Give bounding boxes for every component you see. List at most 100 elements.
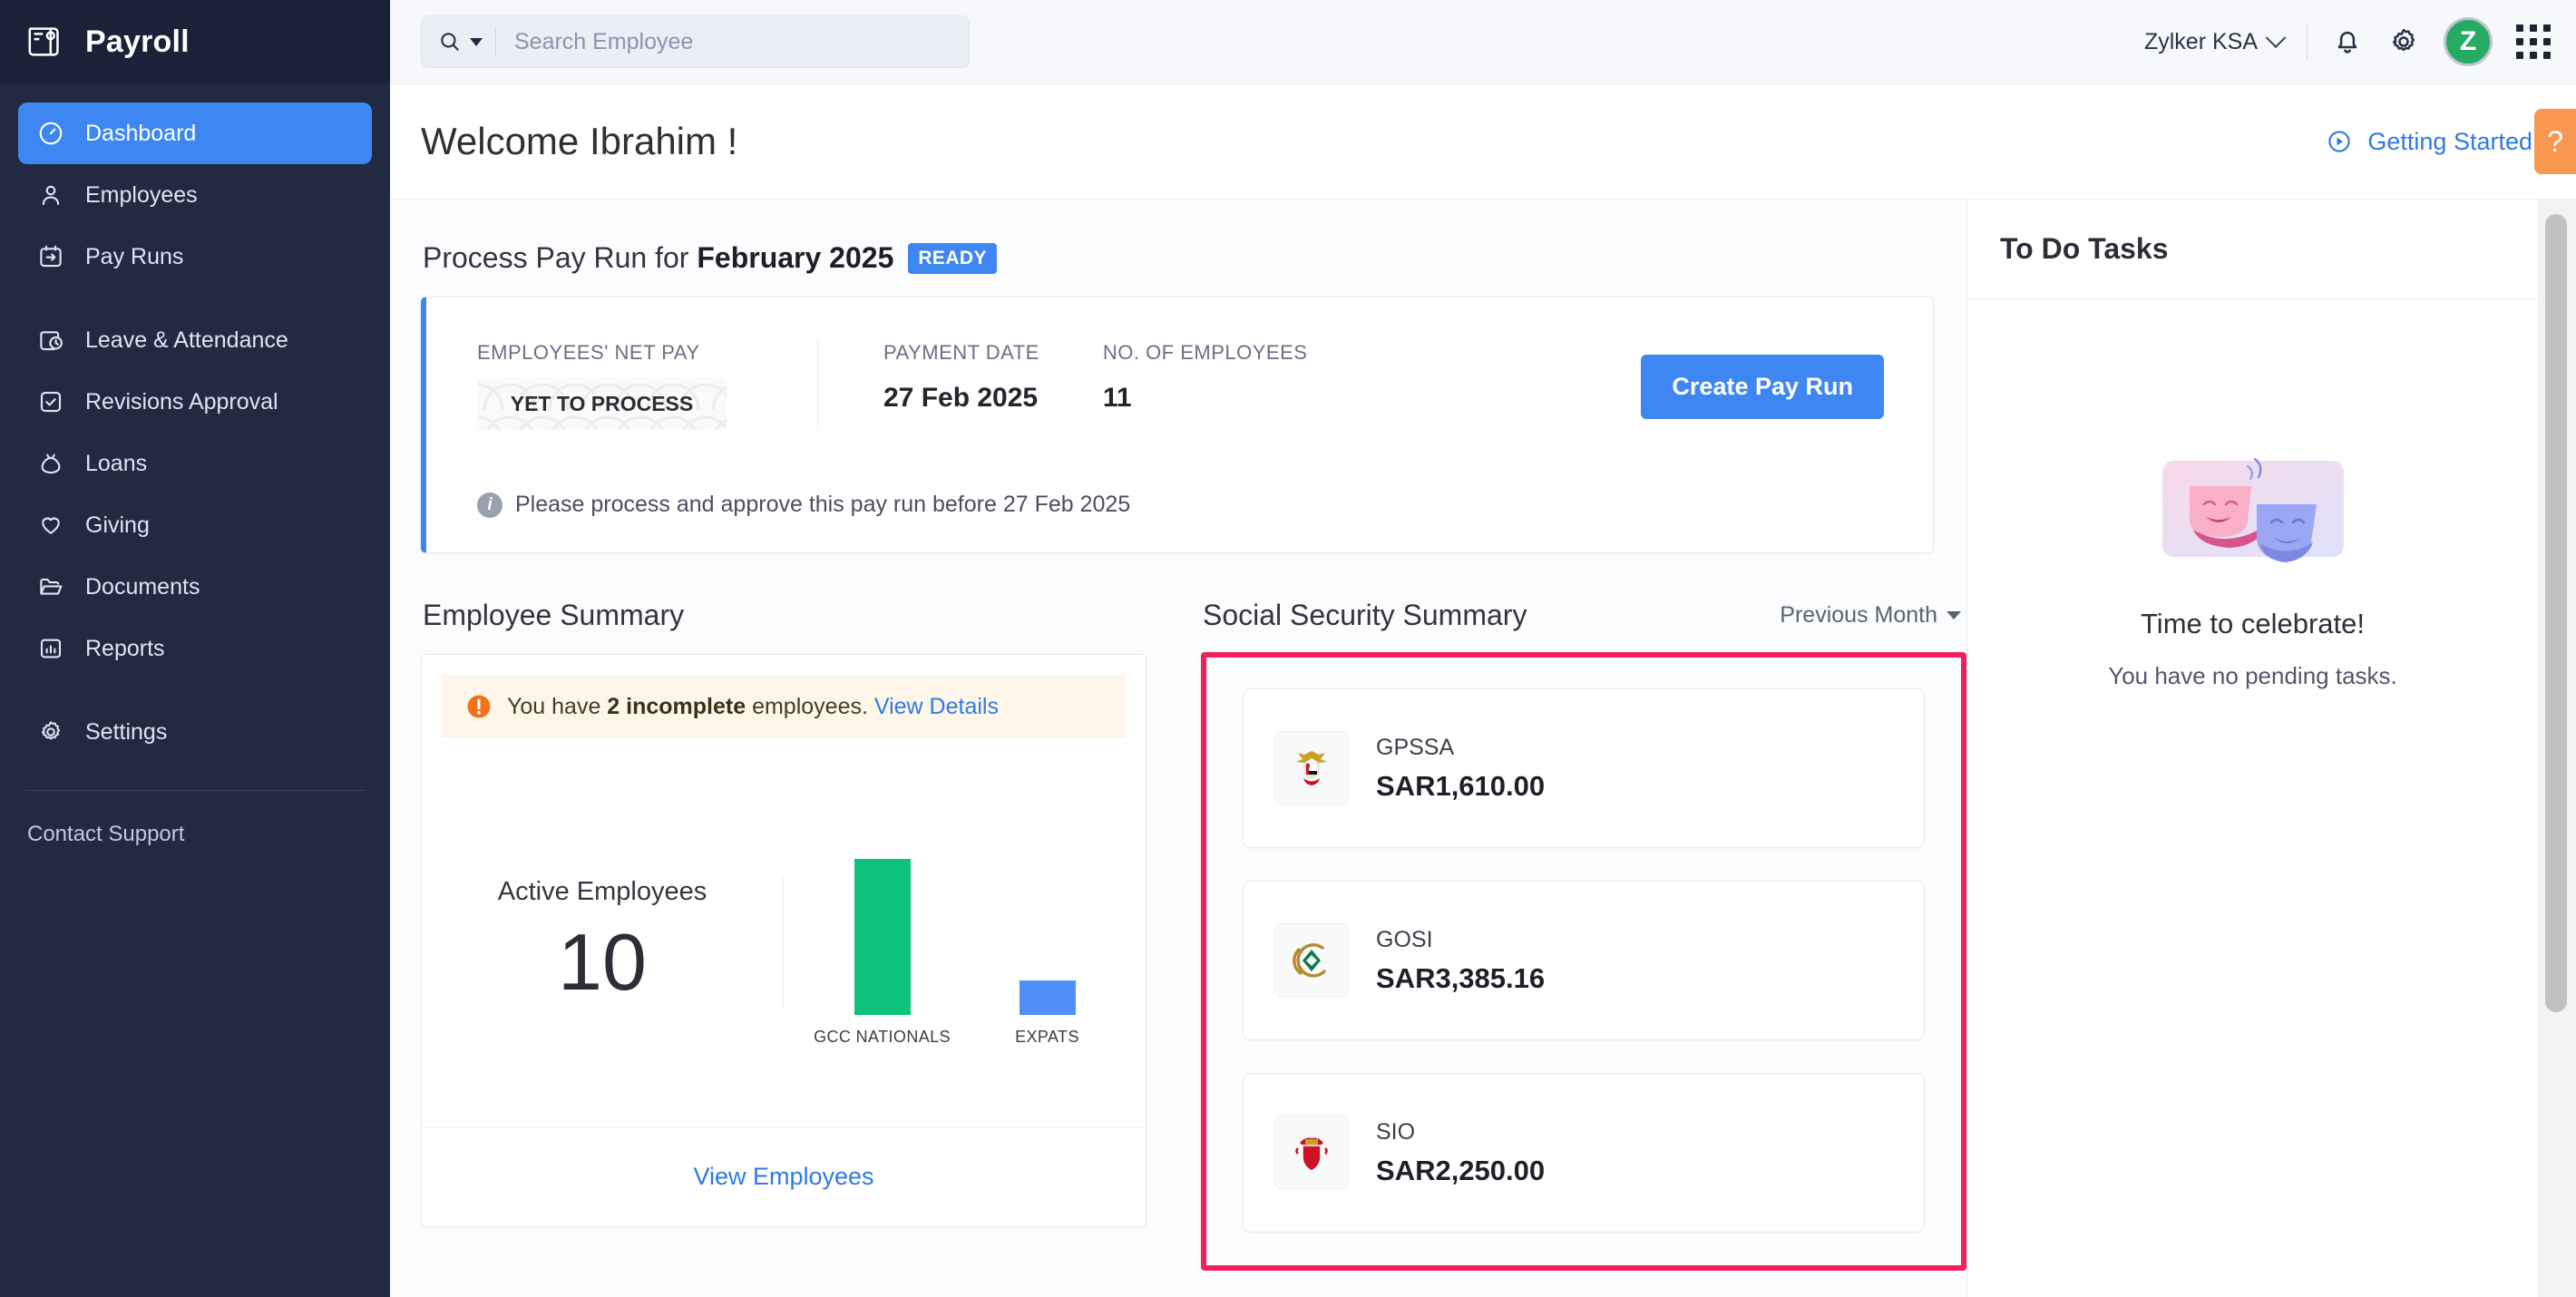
getting-started-label: Getting Started [2367,127,2532,155]
bar-label: GCC NATIONALS [814,1028,951,1046]
social-security-card-gpssa[interactable]: GPSSA SAR1,610.00 [1243,688,1925,848]
main-column: Process Pay Run for February 2025 READY … [390,200,1966,1297]
social-security-amount: SAR3,385.16 [1376,961,1546,994]
uae-emblem-icon [1274,731,1349,805]
sidebar-item-giving[interactable]: Giving [18,494,372,556]
period-filter-dropdown[interactable]: Previous Month [1780,602,1966,629]
gear-icon [36,717,65,746]
gauge-icon [36,119,65,148]
bar-label: EXPATS [1015,1028,1079,1046]
sidebar-item-label: Loans [85,450,148,476]
sidebar: Payroll Dashboard Employees Pay Runs Lea… [0,0,390,1297]
content-area: Search Employee Zylker KSA Z Welcome Ibr… [390,0,2576,1297]
brand-header[interactable]: Payroll [0,0,390,84]
stat-value: YET TO PROCESS [477,377,727,430]
sidebar-item-label: Giving [85,512,150,538]
incomplete-employees-alert: You have 2 incomplete employees. View De… [442,675,1126,738]
sidebar-nav: Dashboard Employees Pay Runs Leave & Att… [0,84,390,763]
social-security-card-text: GOSI SAR3,385.16 [1376,927,1545,995]
stat-value: 27 Feb 2025 [883,383,1039,413]
check-square-icon [36,387,65,416]
sidebar-item-leave-attendance[interactable]: Leave & Attendance [18,309,372,371]
topbar-divider [2307,24,2308,60]
employee-summary-title: Employee Summary [423,599,685,631]
payroll-dashboard: Payroll Dashboard Employees Pay Runs Lea… [0,0,2576,1297]
gear-icon[interactable] [2387,25,2420,58]
todo-title: To Do Tasks [2000,232,2169,265]
payrun-title: Process Pay Run for February 2025 [423,241,893,275]
bar-group-expats: EXPATS [997,980,1098,1047]
stat-label: PAYMENT DATE [883,341,1039,364]
person-icon [36,180,65,210]
stat-label: NO. OF EMPLOYEES [1102,341,1308,364]
social-security-name: SIO [1376,1118,1416,1145]
chart-plot-area: GCC NATIONALS EXPATS [814,838,1109,1047]
todo-header: To Do Tasks [1967,200,2538,299]
money-bag-icon [36,449,65,478]
payrun-heading: Process Pay Run for February 2025 READY [421,200,1966,275]
sidebar-item-label: Revisions Approval [85,388,278,414]
social-security-panel: Social Security Summary Previous Month G… [1201,599,1966,1271]
bell-icon[interactable] [2331,25,2364,58]
summary-panels: Employee Summary You have 2 incomplete e… [421,599,1966,1271]
employee-summary-panel: Employee Summary You have 2 incomplete e… [421,599,1147,1271]
sidebar-item-label: Settings [85,718,168,745]
stat-label: EMPLOYEES' NET PAY [477,341,700,364]
help-button[interactable]: ? [2534,109,2576,174]
active-employees-label: Active Employees [497,876,707,906]
avatar[interactable]: Z [2444,17,2493,66]
sidebar-item-settings[interactable]: Settings [18,701,372,763]
scrollbar-thumb[interactable] [2545,214,2567,1012]
view-employees-link[interactable]: View Employees [693,1163,873,1191]
payrun-note: i Please process and approve this pay ru… [477,492,1130,518]
warning-icon [467,695,491,718]
stat-no-of-employees: NO. OF EMPLOYEES 11 [1103,341,1371,430]
bar-group-gcc-nationals: GCC NATIONALS [814,859,951,1047]
calendar-clock-icon [36,326,65,355]
sidebar-item-employees[interactable]: Employees [18,164,372,226]
sidebar-item-documents[interactable]: Documents [18,556,372,618]
org-switcher[interactable]: Zylker KSA [2144,27,2287,55]
topbar-actions: Zylker KSA Z [2144,17,2551,66]
search-input[interactable]: Search Employee [421,15,970,68]
sidebar-item-loans[interactable]: Loans [18,433,372,494]
gosi-logo-icon [1274,923,1349,998]
sidebar-item-revisions-approval[interactable]: Revisions Approval [18,371,372,433]
chevron-down-icon [1947,611,1961,619]
active-employees-block: Active Employees 10 [422,876,784,1009]
sidebar-item-label: Employees [85,181,198,208]
alert-text: You have 2 incomplete employees. View De… [507,694,999,720]
search-scope-caret-icon[interactable] [470,37,483,46]
apps-grid-icon[interactable] [2516,24,2551,59]
search-icon [441,33,459,51]
celebrate-masks-icon [2161,457,2344,562]
alert-pre: You have [507,693,608,719]
bar-gcc-nationals [854,859,911,1015]
contact-support-link[interactable]: Contact Support [0,791,390,847]
sidebar-item-label: Dashboard [85,120,197,146]
create-pay-run-button[interactable]: Create Pay Run [1641,355,1884,419]
employee-summary-header: Employee Summary [421,599,1147,632]
page-scrollbar[interactable] [2538,200,2576,1297]
view-details-link[interactable]: View Details [874,694,999,719]
sidebar-item-label: Pay Runs [85,243,184,269]
social-security-card-sio[interactable]: SIO SAR2,250.00 [1243,1073,1925,1233]
sidebar-item-label: Leave & Attendance [85,327,288,353]
social-security-card-text: SIO SAR2,250.00 [1376,1119,1545,1187]
social-security-card-gosi[interactable]: GOSI SAR3,385.16 [1243,881,1925,1040]
social-security-highlight-box: GPSSA SAR1,610.00 GOSI SAR3,385.16 SIO S… [1201,652,1966,1271]
sidebar-item-dashboard[interactable]: Dashboard [18,102,372,164]
bahrain-emblem-glyph [1295,1137,1328,1172]
social-security-name: GPSSA [1376,734,1455,760]
stat-payment-date: PAYMENT DATE 27 Feb 2025 [883,341,1103,430]
sidebar-item-label: Documents [85,573,200,600]
sidebar-item-pay-runs[interactable]: Pay Runs [18,226,372,288]
status-badge: READY [908,242,997,274]
social-security-card-text: GPSSA SAR1,610.00 [1376,735,1545,803]
gosi-logo-glyph [1293,943,1326,978]
payrun-title-month: February 2025 [697,241,894,274]
sidebar-item-reports[interactable]: Reports [18,618,372,679]
payrun-card: EMPLOYEES' NET PAY YET TO PROCESS PAYMEN… [421,297,1934,553]
